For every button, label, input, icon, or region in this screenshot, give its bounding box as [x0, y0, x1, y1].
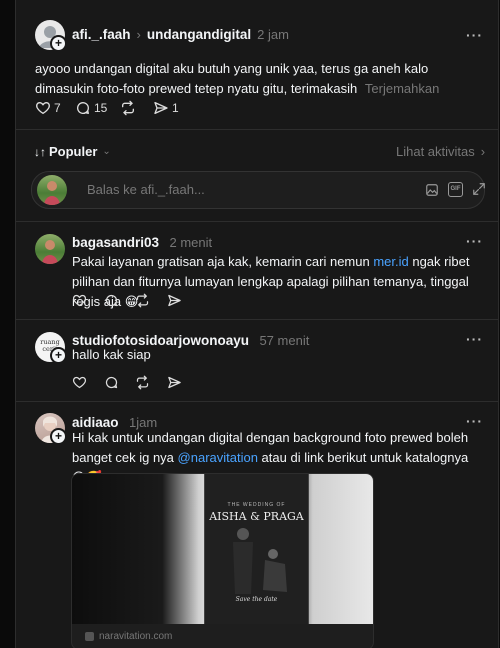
reply-composer[interactable]: Balas ke afi._.faah... GIF: [31, 171, 485, 209]
chevron-right-icon: ›: [480, 144, 486, 159]
preview-domain: naravitation.com: [99, 631, 173, 642]
follow-plus-icon[interactable]: +: [50, 347, 67, 364]
gif-icon[interactable]: GIF: [448, 182, 463, 197]
thread-panel: + afi._.faah › undangandigital 2 jam ···…: [15, 0, 499, 648]
reply1-avatar[interactable]: [35, 234, 65, 264]
repost-button[interactable]: [135, 291, 150, 309]
view-activity-link[interactable]: Lihat aktivitas ›: [396, 144, 485, 159]
main-post-body: ayooo undangan digital aku butuh yang un…: [35, 59, 475, 99]
link-preview-card[interactable]: THE WEDDING OF AISHA & PRAGA Save the da…: [71, 473, 374, 648]
send-icon: [168, 376, 181, 388]
repost-icon: [122, 100, 134, 116]
reply-chevron-icon: ›: [136, 27, 141, 42]
couple-photo: [233, 528, 287, 594]
reply-button[interactable]: [104, 291, 119, 309]
divider: [16, 401, 498, 402]
heart-icon: [72, 294, 87, 306]
more-options-icon[interactable]: ···: [466, 331, 483, 347]
composer-avatar: [37, 175, 67, 205]
expand-icon[interactable]: [472, 182, 486, 201]
sort-arrows-icon: ↓↑: [34, 144, 46, 159]
share-button[interactable]: 1: [153, 99, 179, 117]
reply1-link[interactable]: mer.id: [373, 254, 408, 269]
comment-icon: [105, 294, 118, 306]
view-activity-label: Lihat aktivitas: [396, 144, 475, 159]
more-options-icon[interactable]: ···: [466, 27, 483, 43]
reply-input[interactable]: Balas ke afi._.faah...: [87, 182, 205, 197]
reply-count: 15: [94, 101, 108, 115]
chevron-down-icon: ⌄: [102, 146, 111, 157]
avatar-photo: [42, 240, 58, 264]
share-button[interactable]: [167, 291, 182, 309]
more-options-icon[interactable]: ···: [466, 233, 483, 249]
reply2-time: 57 menit: [259, 333, 310, 348]
comment-icon: [77, 102, 90, 114]
share-button[interactable]: [167, 373, 182, 391]
reply-button[interactable]: [104, 373, 119, 391]
divider: [16, 129, 498, 130]
send-icon: [154, 102, 168, 114]
follow-plus-icon[interactable]: +: [50, 428, 67, 445]
like-button[interactable]: [72, 373, 87, 391]
like-button[interactable]: [72, 291, 87, 309]
avatar-photo: [44, 181, 60, 205]
heart-icon: [36, 101, 50, 115]
preview-footer: naravitation.com: [72, 624, 373, 648]
more-options-icon[interactable]: ···: [466, 413, 483, 429]
reply1-text: Pakai layanan gratisan aja kak, kemarin …: [72, 254, 374, 269]
main-post-time: 2 jam: [257, 27, 289, 42]
reply1-author[interactable]: bagasandri03: [72, 235, 159, 250]
follow-plus-icon[interactable]: +: [50, 35, 67, 52]
preview-image: THE WEDDING OF AISHA & PRAGA Save the da…: [72, 474, 373, 624]
repost-icon: [136, 293, 149, 307]
card-save-date: Save the date: [235, 596, 278, 603]
like-count: 7: [54, 101, 61, 115]
like-button[interactable]: 7: [35, 99, 61, 117]
repost-icon: [136, 375, 149, 389]
reply1-body: Pakai layanan gratisan aja kak, kemarin …: [72, 252, 482, 312]
main-post-reply-to[interactable]: undangandigital: [147, 27, 251, 42]
mention-link[interactable]: @naravitation: [178, 450, 258, 465]
invitation-card: THE WEDDING OF AISHA & PRAGA Save the da…: [204, 474, 309, 624]
reply2-text: hallo kak siap: [72, 347, 151, 362]
send-icon: [168, 294, 181, 306]
card-title-small: THE WEDDING OF: [227, 502, 286, 508]
heart-icon: [72, 376, 87, 388]
card-names: AISHA & PRAGA: [209, 510, 304, 523]
share-count: 1: [172, 101, 179, 115]
sort-dropdown[interactable]: ↓↑ Populer ⌄: [34, 144, 111, 159]
reply-button[interactable]: 15: [75, 99, 107, 117]
image-icon[interactable]: [425, 183, 439, 202]
sort-label: Populer: [49, 144, 98, 159]
divider: [16, 221, 498, 222]
favicon-icon: [85, 632, 94, 641]
main-post-author[interactable]: afi._.faah: [72, 27, 131, 42]
divider: [16, 319, 498, 320]
translate-link[interactable]: Terjemahkan: [365, 81, 439, 96]
repost-button[interactable]: [135, 373, 150, 391]
reply1-time: 2 menit: [169, 235, 213, 250]
comment-icon: [105, 376, 118, 388]
repost-button[interactable]: [120, 99, 136, 117]
